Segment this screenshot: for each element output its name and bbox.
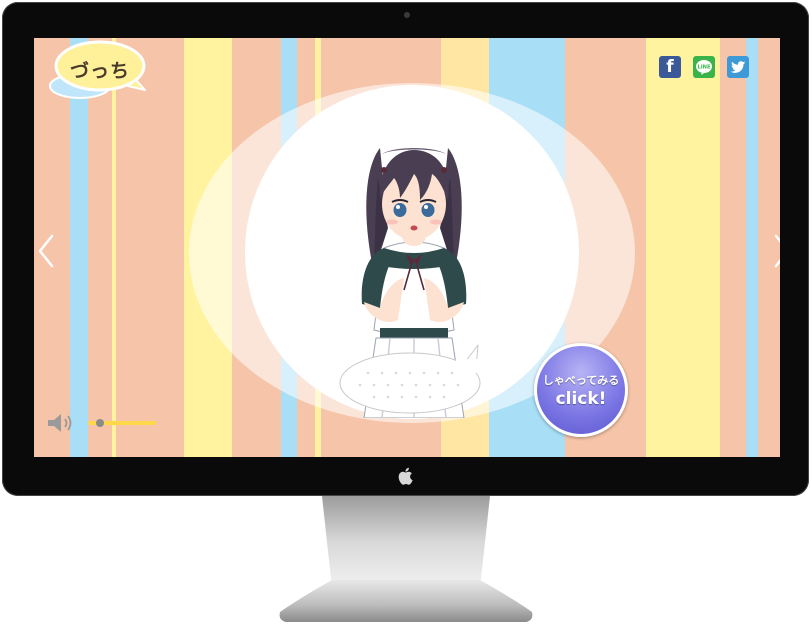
apple-logo-icon xyxy=(398,467,413,485)
logo-text: づっち xyxy=(70,60,131,82)
camera-icon xyxy=(404,12,410,18)
line-share-button[interactable]: LINE xyxy=(693,56,715,78)
line-icon: LINE xyxy=(696,60,712,75)
talk-button[interactable]: しゃべってみる click! xyxy=(534,343,628,437)
speaker-icon[interactable] xyxy=(46,412,76,434)
app-logo: づっち xyxy=(48,40,148,102)
speech-bubble xyxy=(339,344,481,414)
talk-button-label-jp: しゃべってみる xyxy=(542,373,620,387)
monitor-stand-base xyxy=(279,580,533,622)
volume-knob[interactable] xyxy=(96,419,105,427)
line-icon-text: LINE xyxy=(697,65,711,71)
facebook-icon: f xyxy=(666,57,674,77)
talk-button-label-en: click! xyxy=(555,388,607,409)
prev-button[interactable] xyxy=(36,233,56,269)
chevron-left-icon xyxy=(38,234,54,268)
monitor-stand-neck xyxy=(322,496,490,588)
monitor-mockup: づっち f LINE しゃべってみる click! xyxy=(0,0,812,629)
twitter-bird-icon xyxy=(730,61,746,73)
facebook-share-button[interactable]: f xyxy=(659,56,681,78)
bg-stripe xyxy=(746,38,758,457)
volume-slider[interactable] xyxy=(88,416,156,430)
bg-stripe xyxy=(646,38,720,457)
twitter-share-button[interactable] xyxy=(727,56,749,78)
next-button[interactable] xyxy=(772,233,780,269)
chevron-right-icon xyxy=(774,234,780,268)
app-screen: づっち f LINE しゃべってみる click! xyxy=(34,38,780,457)
